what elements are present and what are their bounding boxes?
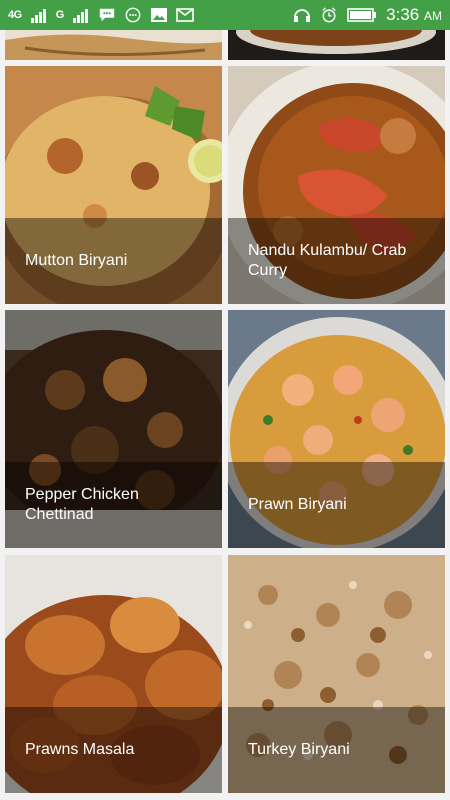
chat-icon: [99, 8, 114, 22]
status-bar: 4G G 3:36 AM: [0, 0, 450, 30]
recipe-card[interactable]: Prawn Biryani: [228, 310, 445, 548]
clock-time: 3:36: [386, 5, 420, 24]
mail-icon: [175, 8, 194, 22]
recipe-card[interactable]: Prawns Masala: [5, 555, 222, 793]
recipe-title: Turkey Biryani: [248, 741, 350, 758]
clock: 3:36 AM: [386, 5, 442, 25]
recipe-card-partial[interactable]: [228, 30, 445, 60]
recipe-card-partial[interactable]: [5, 30, 222, 60]
card-caption: Prawns Masala: [5, 707, 222, 793]
network2-label: G: [55, 9, 65, 21]
recipe-title: Nandu Kulambu/ Crab Curry: [248, 242, 407, 279]
signal-icon: [72, 9, 88, 23]
recipe-card[interactable]: Nandu Kulambu/ Crab Curry: [228, 66, 445, 304]
card-caption: Nandu Kulambu/ Crab Curry: [228, 218, 445, 304]
card-caption: Mutton Biryani: [5, 218, 222, 304]
food-photo: [5, 30, 222, 60]
alarm-icon: [322, 7, 336, 23]
headset-icon: [294, 9, 311, 22]
recipe-card[interactable]: Turkey Biryani: [228, 555, 445, 793]
network-indicator: 4G: [8, 9, 22, 21]
recipe-grid[interactable]: Mutton Biryani Nandu Kulambu/ Crab Curry: [0, 30, 450, 800]
signal-icon: [30, 9, 46, 23]
network-label: 4G: [8, 9, 22, 21]
message-icon: [125, 7, 141, 23]
card-caption: Pepper Chicken Chettinad: [5, 462, 222, 548]
image-icon: [150, 8, 167, 22]
recipe-title: Pepper Chicken Chettinad: [25, 486, 139, 523]
recipe-title: Prawns Masala: [25, 741, 135, 758]
card-caption: Turkey Biryani: [228, 707, 445, 793]
card-caption: Prawn Biryani: [228, 462, 445, 548]
recipe-title: Prawn Biryani: [248, 496, 347, 513]
recipe-card[interactable]: Mutton Biryani: [5, 66, 222, 304]
recipe-card[interactable]: Pepper Chicken Chettinad: [5, 310, 222, 548]
recipe-title: Mutton Biryani: [25, 252, 128, 269]
battery-icon: [347, 8, 377, 22]
clock-ampm: AM: [424, 9, 442, 23]
food-photo: [228, 30, 445, 60]
